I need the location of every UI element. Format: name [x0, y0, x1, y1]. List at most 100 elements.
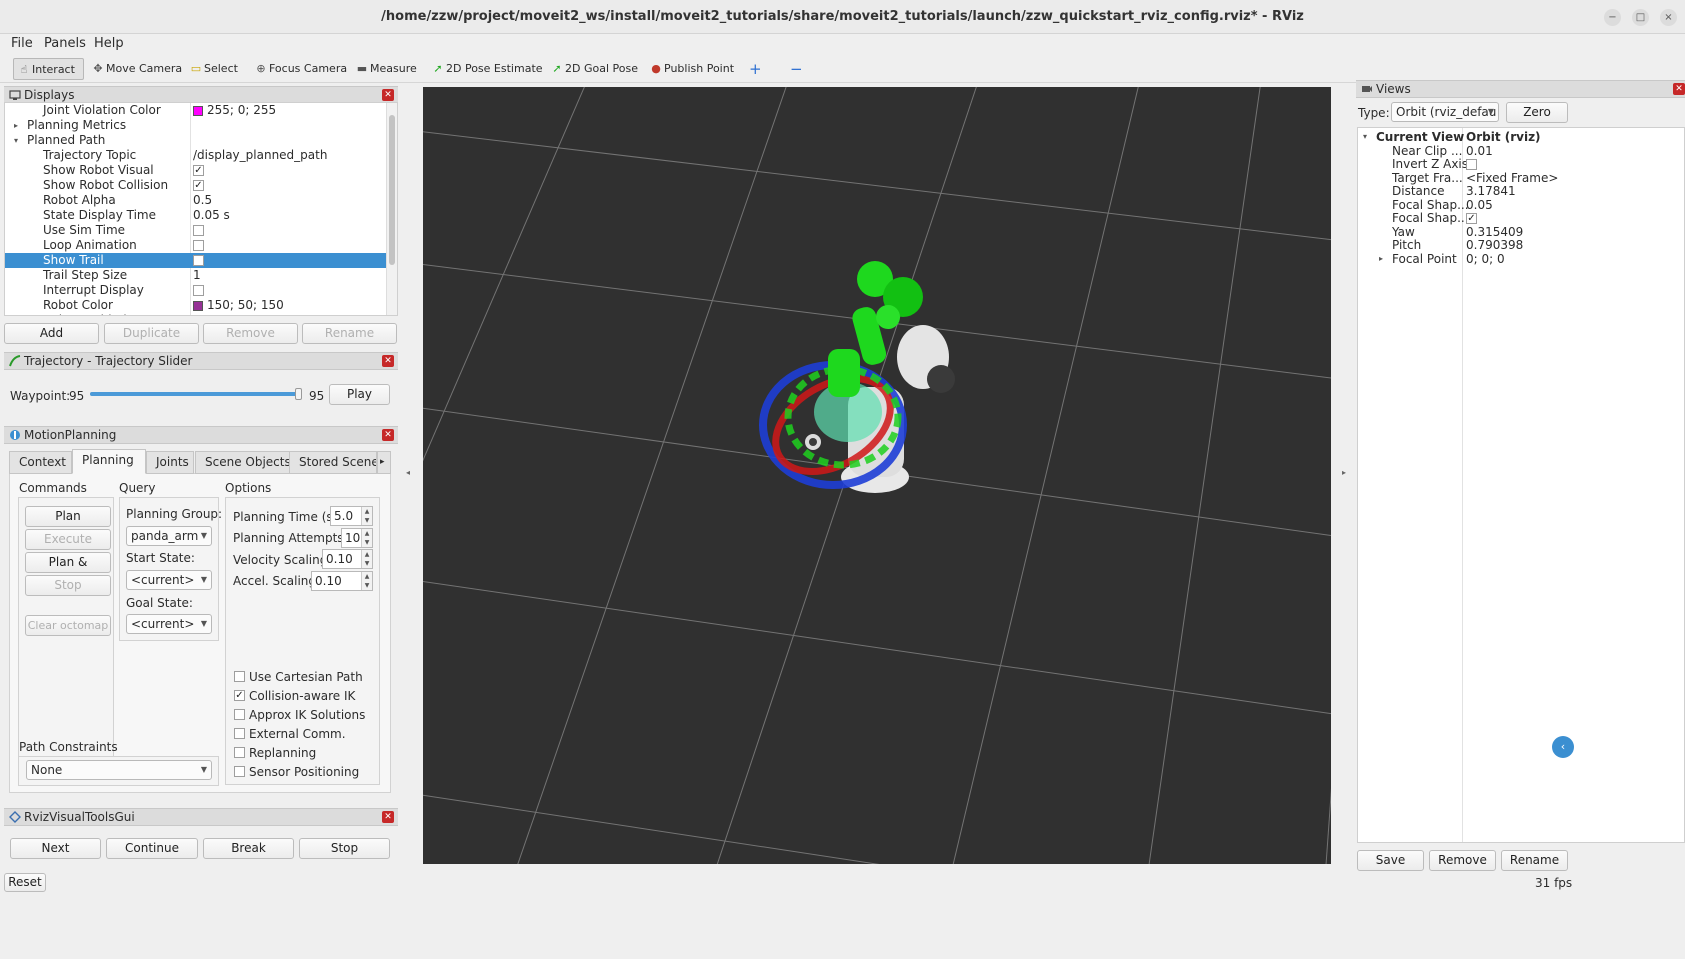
- view-property-row[interactable]: Near Clip ... 0.01: [1358, 144, 1684, 158]
- checkbox[interactable]: [1466, 159, 1477, 170]
- goal-state-select[interactable]: <current> ▼: [126, 614, 212, 634]
- add-tool-button[interactable]: +: [745, 58, 766, 80]
- expand-right-icon[interactable]: ▸: [1379, 252, 1383, 266]
- property-checkbox[interactable]: ✓: [193, 163, 204, 178]
- tool-publish-point[interactable]: ● Publish Point: [646, 58, 738, 80]
- option-label[interactable]: Use Cartesian Path: [249, 670, 363, 684]
- tool-2d-goal-pose[interactable]: ➚ 2D Goal Pose: [547, 58, 642, 80]
- option-checkbox[interactable]: [234, 747, 245, 758]
- menu-file[interactable]: File: [11, 36, 33, 51]
- display-property-row[interactable]: Use Sim Time: [5, 223, 387, 238]
- property-value[interactable]: 1: [193, 268, 201, 283]
- display-property-row[interactable]: Joint Violation Color 255; 0; 255: [5, 103, 387, 118]
- tab-context[interactable]: Context: [9, 451, 72, 474]
- display-property-row[interactable]: State Display Time 0.05 s: [5, 208, 387, 223]
- view-property-row[interactable]: Pitch 0.790398: [1358, 238, 1684, 252]
- view-property-row[interactable]: Target Fra... <Fixed Frame>: [1358, 171, 1684, 185]
- property-checkbox[interactable]: ✓: [193, 178, 204, 193]
- checkbox[interactable]: [193, 225, 204, 236]
- display-property-row[interactable]: Loop Animation: [5, 238, 387, 253]
- view-property-value[interactable]: 0.01: [1466, 144, 1493, 158]
- waypoint-slider[interactable]: [90, 388, 302, 400]
- display-property-row[interactable]: Interrupt Display: [5, 283, 387, 298]
- next-button[interactable]: Next: [10, 838, 101, 859]
- play-button[interactable]: Play: [329, 384, 390, 405]
- checkbox[interactable]: ✓: [193, 165, 204, 176]
- remove-tool-button[interactable]: −: [786, 58, 807, 80]
- slider-handle[interactable]: [295, 388, 302, 400]
- checkbox[interactable]: [193, 255, 204, 266]
- view-property-checkbox[interactable]: [1466, 157, 1477, 171]
- continue-button[interactable]: Continue: [106, 838, 198, 859]
- checkbox[interactable]: [193, 240, 204, 251]
- close-icon[interactable]: ✕: [382, 811, 394, 823]
- property-checkbox[interactable]: [193, 223, 204, 238]
- save-view-button[interactable]: Save: [1357, 850, 1424, 871]
- view-property-value[interactable]: <Fixed Frame>: [1466, 171, 1558, 185]
- view-property-row[interactable]: Yaw 0.315409: [1358, 225, 1684, 239]
- property-checkbox[interactable]: [193, 238, 204, 253]
- collapse-right-icon[interactable]: ▸: [1342, 468, 1346, 477]
- display-property-row[interactable]: Robot Color 150; 50; 150: [5, 298, 387, 313]
- property-checkbox[interactable]: [193, 253, 204, 268]
- path-constraints-select[interactable]: None ▼: [26, 760, 212, 780]
- view-property-value[interactable]: 0.05: [1466, 198, 1493, 212]
- tab-planning[interactable]: Planning: [72, 449, 146, 474]
- displays-scrollbar[interactable]: [386, 103, 397, 315]
- break-button[interactable]: Break: [203, 838, 294, 859]
- menu-help[interactable]: Help: [94, 36, 124, 51]
- tabs-scroll-right-icon[interactable]: ▸: [377, 451, 391, 474]
- view-property-row[interactable]: ▾ Current View Orbit (rviz): [1358, 130, 1684, 144]
- remove-view-button[interactable]: Remove: [1429, 850, 1496, 871]
- property-value[interactable]: 0.5: [193, 193, 212, 208]
- execute-button[interactable]: Execute: [25, 529, 111, 550]
- option-label[interactable]: Collision-aware IK: [249, 689, 355, 703]
- remove-display-button[interactable]: Remove: [203, 323, 298, 344]
- display-property-row[interactable]: ▸ Planning Metrics: [5, 118, 387, 133]
- view-property-row[interactable]: Focal Shap... 0.05: [1358, 198, 1684, 212]
- display-property-row[interactable]: Robot Alpha 0.5: [5, 193, 387, 208]
- property-value[interactable]: 150; 50; 150: [193, 298, 284, 313]
- duplicate-display-button[interactable]: Duplicate: [104, 323, 199, 344]
- checkbox[interactable]: [193, 285, 204, 296]
- planning-attempts-spinbox[interactable]: 10 ▲ ▼: [341, 528, 373, 548]
- tab-scene-objects[interactable]: Scene Objects: [195, 451, 291, 474]
- property-value[interactable]: 0.05 s: [193, 208, 230, 223]
- view-property-row[interactable]: ▸ Focal Point 0; 0; 0: [1358, 252, 1684, 266]
- stop-button[interactable]: Stop: [299, 838, 390, 859]
- spin-arrows-icon[interactable]: ▲ ▼: [361, 572, 372, 590]
- stop-planning-button[interactable]: Stop: [25, 575, 111, 596]
- tool-focus-camera[interactable]: ⊕ Focus Camera: [251, 58, 351, 80]
- planning-group-select[interactable]: panda_arm ▼: [126, 526, 212, 546]
- view-property-checkbox[interactable]: ✓: [1466, 211, 1477, 225]
- property-checkbox[interactable]: [193, 313, 204, 315]
- view-property-row[interactable]: Invert Z Axis: [1358, 157, 1684, 171]
- start-state-select[interactable]: <current> ▼: [126, 570, 212, 590]
- close-icon[interactable]: ✕: [1673, 83, 1685, 95]
- menu-panels[interactable]: Panels: [44, 36, 86, 51]
- 3d-viewport[interactable]: [423, 87, 1331, 864]
- display-property-row[interactable]: Trajectory Topic/display_planned_path: [5, 148, 387, 163]
- view-property-value[interactable]: Orbit (rviz): [1466, 130, 1541, 144]
- option-checkbox[interactable]: ✓: [234, 690, 245, 701]
- view-property-value[interactable]: 3.17841: [1466, 184, 1516, 198]
- side-panel-toggle-icon[interactable]: ‹: [1552, 736, 1574, 758]
- property-value[interactable]: 255; 0; 255: [193, 103, 276, 118]
- view-properties-tree[interactable]: ▾ Current View Orbit (rviz) Near Clip ... 0.…: [1357, 127, 1685, 843]
- tool-select[interactable]: ▭ Select: [186, 58, 242, 80]
- checkbox[interactable]: ✓: [193, 180, 204, 191]
- velocity-scaling-spinbox[interactable]: 0.10 ▲ ▼: [322, 549, 373, 569]
- option-checkbox[interactable]: [234, 728, 245, 739]
- view-property-value[interactable]: 0.315409: [1466, 225, 1523, 239]
- checkbox[interactable]: ✓: [1466, 213, 1477, 224]
- add-display-button[interactable]: Add: [4, 323, 99, 344]
- view-property-row[interactable]: Distance 3.17841: [1358, 184, 1684, 198]
- reset-button[interactable]: Reset: [4, 873, 46, 892]
- displays-tree[interactable]: Joint Violation Color 255; 0; 255 ▸ Plannin…: [4, 102, 398, 316]
- display-property-row[interactable]: Show Robot Visual ✓: [5, 163, 387, 178]
- view-property-value[interactable]: 0; 0; 0: [1466, 252, 1505, 266]
- spin-arrows-icon[interactable]: ▲ ▼: [361, 529, 372, 547]
- close-icon[interactable]: ✕: [382, 355, 394, 367]
- option-label[interactable]: Replanning: [249, 746, 316, 760]
- close-window-button[interactable]: ×: [1660, 9, 1677, 26]
